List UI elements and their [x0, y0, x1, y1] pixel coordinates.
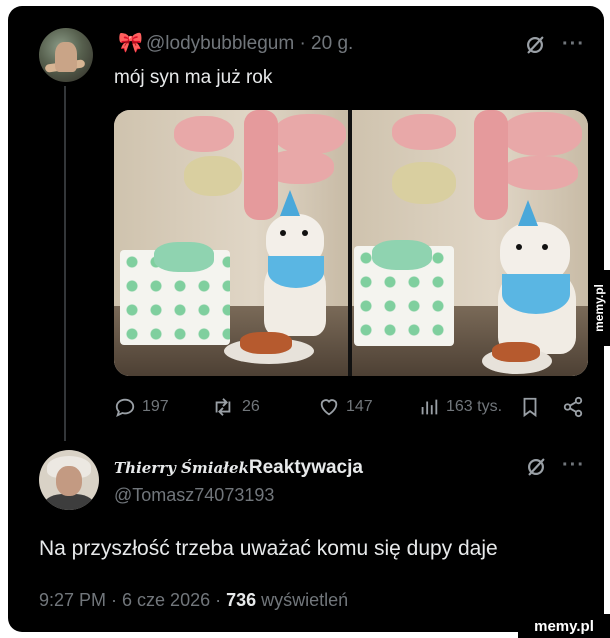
reply-icon — [115, 398, 135, 418]
views-count: 163 tys. — [446, 398, 503, 415]
tweet-text: Na przyszłość trzeba uważać komu się dup… — [39, 537, 498, 560]
retweet-count: 26 — [242, 398, 260, 415]
grok-icon[interactable] — [525, 456, 547, 478]
display-name[interactable]: Thierry ŚmiałekReaktywacja — [114, 457, 363, 479]
more-options-icon[interactable]: ··· — [562, 455, 585, 475]
ribbon-emoji-icon: 🎀 — [118, 32, 143, 54]
share-icon[interactable] — [562, 396, 584, 418]
thread-line — [64, 86, 66, 441]
retweet-button[interactable]: 26 — [210, 396, 260, 418]
display-name-script: Thierry Śmiałek — [114, 459, 249, 477]
like-count: 147 — [346, 398, 373, 415]
views-count: 736 — [226, 590, 257, 610]
tweet-actions: 197 26 147 163 tys. — [114, 396, 594, 420]
avatar[interactable] — [39, 450, 99, 510]
reply-count: 197 — [142, 398, 169, 415]
tweet-handle[interactable]: @Tomasz74073193 — [114, 485, 274, 506]
retweet-icon — [215, 398, 231, 416]
tweet-card: 🎀 @lodybubblegum · 20 g. mój syn ma już … — [8, 6, 604, 632]
views-chart-icon — [421, 399, 438, 415]
tweet-media[interactable] — [114, 110, 588, 376]
grok-icon[interactable] — [524, 34, 546, 56]
avatar[interactable] — [39, 28, 93, 82]
tweet-handle[interactable]: @lodybubblegum · 20 g. — [146, 32, 353, 56]
heart-icon — [320, 399, 338, 416]
views-label: wyświetleń — [256, 590, 349, 610]
like-button[interactable]: 147 — [318, 396, 373, 418]
tweet-text: mój syn ma już rok — [114, 67, 273, 88]
tweet-meta: 9:27 PM · 6 cze 2026 · 736 wyświetleń — [39, 590, 348, 611]
display-name-plain: Reaktywacja — [248, 457, 363, 478]
tweet-timestamp[interactable]: 9:27 PM · 6 cze 2026 · — [39, 590, 226, 610]
more-options-icon[interactable]: ··· — [562, 34, 585, 54]
reply-button[interactable]: 197 — [114, 396, 169, 418]
watermark-side: memy.pl — [588, 270, 610, 346]
views-button[interactable]: 163 tys. — [418, 396, 502, 418]
bookmark-icon[interactable] — [520, 396, 540, 418]
watermark-bottom: memy.pl — [518, 614, 610, 638]
photo-dog-birthday-1[interactable] — [114, 110, 348, 376]
photo-dog-birthday-2[interactable] — [352, 110, 588, 376]
